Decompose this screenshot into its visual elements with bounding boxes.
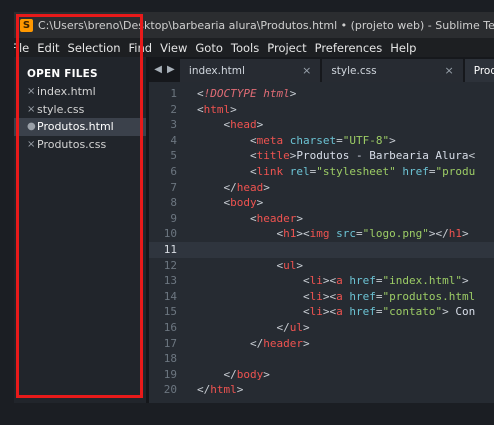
line-number: 12 [163, 258, 177, 272]
line-number: 14 [163, 289, 177, 303]
menu-goto[interactable]: Goto [191, 41, 227, 55]
line-number: 3 [170, 118, 177, 132]
line-number: 6 [170, 164, 177, 178]
menu-help[interactable]: Help [386, 41, 420, 55]
line-number: 4 [170, 133, 177, 147]
line-number: 5 [170, 149, 177, 163]
close-icon[interactable]: × [444, 64, 453, 77]
status-bar [14, 403, 494, 425]
open-file-item-index-html[interactable]: × index.html [14, 83, 146, 101]
line-number: 1 [170, 87, 177, 100]
close-icon[interactable]: × [27, 104, 37, 115]
window-titlebar: S C:\Users\breno\Desktop\barbearia alura… [14, 12, 494, 38]
menu-bar: File Edit Selection Find View Goto Tools… [14, 38, 494, 57]
menu-selection[interactable]: Selection [64, 41, 125, 55]
tab-label: index.html [188, 64, 245, 77]
code-line: 14 <li><a href="produtos.html [149, 289, 494, 305]
line-number: 2 [170, 102, 177, 116]
menu-edit[interactable]: Edit [33, 41, 63, 55]
code-line: 1 <!DOCTYPE html> [149, 86, 494, 102]
line-number: 17 [163, 336, 177, 350]
close-icon[interactable]: × [27, 86, 37, 97]
code-editor[interactable]: 1 <!DOCTYPE html> 2 <html> 3 <head> 4 <met… [149, 82, 494, 403]
window-title: C:\Users\breno\Desktop\barbearia alura\P… [38, 18, 494, 32]
code-line: 6 <link rel="stylesheet" href="produ [149, 164, 494, 180]
open-file-item-produtos-css[interactable]: × Produtos.css [14, 136, 146, 154]
file-name: Produtos.css [37, 137, 107, 151]
code-line: 12 <ul> [149, 258, 494, 274]
code-line: 19 </body> [149, 367, 494, 383]
code-line: 17 </header> [149, 336, 494, 352]
code-line: 18 [149, 351, 494, 367]
open-file-item-produtos-html[interactable]: ● Produtos.html [14, 118, 146, 136]
menu-view[interactable]: View [156, 41, 191, 55]
file-name: Produtos.html [37, 120, 114, 134]
line-number: 20 [163, 383, 177, 397]
code-line: 13 <li><a href="index.html"> [149, 273, 494, 289]
tab-style-css[interactable]: style.css × [322, 59, 463, 82]
menu-find[interactable]: Find [125, 41, 157, 55]
line-number: 19 [163, 367, 177, 381]
code-line: 15 <li><a href="contato"> Con [149, 304, 494, 320]
line-number: 18 [163, 352, 177, 366]
code-line: 9 <header> [149, 211, 494, 227]
menu-file[interactable]: File [14, 41, 33, 55]
line-number: 16 [163, 320, 177, 334]
open-files-list: × index.html × style.css ● Produtos.html… [14, 83, 146, 153]
tab-navigation: ◀ ▶ [149, 57, 180, 82]
line-number: 8 [170, 196, 177, 210]
code-line: 20 </html> [149, 382, 494, 398]
line-number: 9 [170, 211, 177, 225]
chevron-left-icon[interactable]: ◀ [154, 64, 162, 75]
code-line-current: 11 [149, 241, 494, 258]
code-line: 2 <html> [149, 102, 494, 118]
tab-bar: ◀ ▶ index.html × style.css × Produtos.ht… [149, 57, 494, 82]
file-name: style.css [37, 102, 85, 116]
code-line: 8 <body> [149, 195, 494, 211]
sublime-logo-icon: S [20, 18, 33, 32]
unsaved-dot-icon[interactable]: ● [27, 121, 37, 132]
open-files-heading: OPEN FILES [27, 68, 98, 80]
chevron-right-icon[interactable]: ▶ [167, 64, 175, 75]
menu-tools[interactable]: Tools [227, 41, 263, 55]
line-number: 7 [170, 180, 177, 194]
tab-produtos-html[interactable]: Produtos.html [464, 59, 494, 82]
close-icon[interactable]: × [27, 139, 37, 150]
sidebar: OPEN FILES × index.html × style.css ● Pr… [14, 57, 146, 403]
code-line: 5 <title>Produtos - Barbearia Alura< [149, 148, 494, 164]
code-line: 7 </head> [149, 180, 494, 196]
line-number: 10 [163, 227, 177, 241]
menu-project[interactable]: Project [263, 41, 310, 55]
line-number: 15 [163, 305, 177, 319]
file-name: index.html [37, 85, 96, 99]
line-number: 13 [163, 274, 177, 288]
tab-label: Produtos.html [473, 64, 494, 77]
tab-index-html[interactable]: index.html × [179, 59, 321, 82]
code-line: 4 <meta charset="UTF-8"> [149, 133, 494, 149]
tab-label: style.css [331, 64, 377, 77]
menu-preferences[interactable]: Preferences [311, 41, 387, 55]
code-line: 3 <head> [149, 117, 494, 133]
code-line: 10 <h1><img src="logo.png"></h1> [149, 226, 494, 242]
line-number: 11 [163, 242, 177, 256]
close-icon[interactable]: × [302, 64, 311, 77]
code-line: 16 </ul> [149, 320, 494, 336]
open-file-item-style-css[interactable]: × style.css [14, 101, 146, 119]
